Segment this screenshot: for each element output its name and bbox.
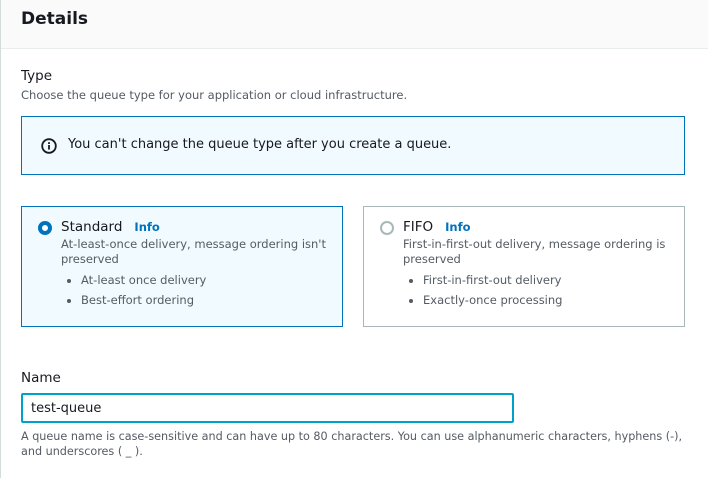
list-item: At-least once delivery <box>61 273 206 293</box>
queue-type-fifo-tile[interactable]: FIFO Info First-in-first-out delivery, me… <box>363 206 685 327</box>
standard-label: Standard <box>61 219 123 235</box>
info-circle-icon <box>41 138 57 154</box>
fifo-info-link[interactable]: Info <box>445 220 470 234</box>
list-item: Exactly-once processing <box>403 293 562 313</box>
queue-type-standard-tile[interactable]: Standard Info At-least-once delivery, mes… <box>21 206 343 327</box>
fifo-description: First-in-first-out delivery, message ord… <box>403 237 666 266</box>
fifo-feature-list: First-in-first-out delivery Exactly-once… <box>403 273 562 313</box>
standard-info-link[interactable]: Info <box>134 220 159 234</box>
alert-text: You can't change the queue type after yo… <box>68 137 452 152</box>
standard-radio[interactable] <box>38 221 52 235</box>
type-description: Choose the queue type for your applicati… <box>21 88 408 102</box>
fifo-radio[interactable] <box>380 221 394 235</box>
type-label: Type <box>21 68 53 84</box>
list-item: First-in-first-out delivery <box>403 273 562 293</box>
name-constraint-text: A queue name is case-sensitive and can h… <box>21 430 683 458</box>
list-item: Best-effort ordering <box>61 293 206 313</box>
standard-description: At-least-once delivery, message ordering… <box>61 237 326 266</box>
details-panel: Details Type Choose the queue type for y… <box>0 0 708 478</box>
standard-feature-list: At-least once delivery Best-effort order… <box>61 273 206 313</box>
queue-name-input[interactable] <box>21 393 514 423</box>
fifo-label: FIFO <box>403 219 434 235</box>
standard-title: Standard Info <box>61 219 160 235</box>
name-label: Name <box>21 370 61 386</box>
panel-header: Details <box>1 0 708 49</box>
panel-title: Details <box>21 9 89 29</box>
info-alert: You can't change the queue type after yo… <box>21 116 685 175</box>
fifo-title: FIFO Info <box>403 219 471 235</box>
